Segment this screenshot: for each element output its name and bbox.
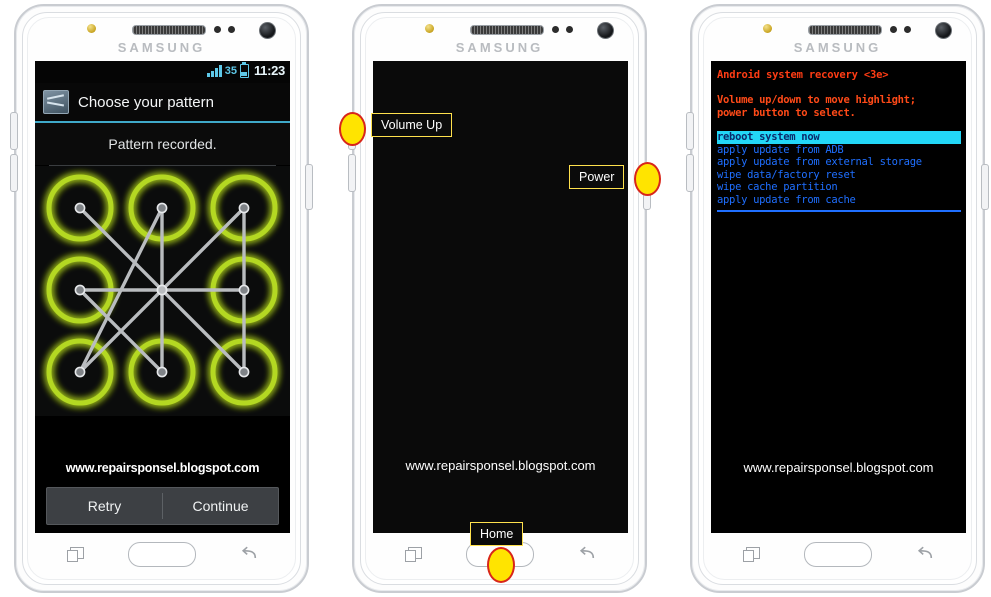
recovery-instruction-line: Volume up/down to move highlight; bbox=[717, 94, 916, 106]
watermark-text: www.repairsponsel.blogspot.com bbox=[65, 461, 260, 475]
pattern-settings-icon bbox=[43, 90, 69, 114]
app-header: Choose your pattern bbox=[35, 83, 290, 121]
volume-up-callout: Volume Up bbox=[371, 113, 453, 137]
back-icon[interactable] bbox=[578, 546, 596, 561]
notification-led-icon bbox=[425, 24, 434, 33]
status-bar: 35 11:23 bbox=[35, 61, 290, 83]
pattern-lock-svg[interactable] bbox=[35, 166, 290, 416]
notification-led-icon bbox=[763, 24, 772, 33]
front-camera-icon bbox=[935, 22, 952, 39]
recovery-instructions: Volume up/down to move highlight; power … bbox=[717, 94, 961, 119]
light-sensor-icon bbox=[228, 26, 235, 33]
power-button[interactable] bbox=[305, 164, 313, 210]
light-sensor-icon bbox=[904, 26, 911, 33]
home-callout: Home bbox=[470, 522, 524, 546]
proximity-sensor-icon bbox=[552, 26, 559, 33]
front-camera-icon bbox=[597, 22, 614, 39]
home-button[interactable] bbox=[803, 542, 872, 567]
recovery-menu-item-apply-update-from-adb[interactable]: apply update from ADB bbox=[717, 144, 961, 157]
samsung-brand-label: SAMSUNG bbox=[117, 40, 206, 55]
earpiece-speaker-icon bbox=[808, 25, 882, 35]
watermark-text: www.repairsponsel.blogspot.com bbox=[405, 458, 596, 473]
retry-button[interactable]: Retry bbox=[47, 488, 162, 524]
volume-down-button[interactable] bbox=[10, 154, 18, 192]
continue-button[interactable]: Continue bbox=[163, 488, 278, 524]
notification-led-icon bbox=[87, 24, 96, 33]
phone-top-hardware bbox=[14, 21, 309, 39]
phone-top-hardware bbox=[690, 21, 985, 39]
recovery-menu-item-apply-update-from-external-storage[interactable]: apply update from external storage bbox=[717, 156, 961, 169]
phone-3-recovery-screen: SAMSUNG Android system recovery <3e> Vol… bbox=[686, 4, 989, 593]
back-icon[interactable] bbox=[916, 546, 934, 561]
recovery-menu-divider bbox=[717, 210, 961, 212]
recovery-menu[interactable]: reboot system now apply update from ADB … bbox=[717, 131, 961, 206]
home-button[interactable] bbox=[127, 542, 196, 567]
phone-1-pattern-screen: SAMSUNG 35 11:23 Choose your pattern Pat… bbox=[10, 4, 313, 593]
phone-2-black-screen: SAMSUNG www.repairsponsel.blogspot.com bbox=[348, 4, 651, 593]
recovery-menu-item-wipe-cache-partition[interactable]: wipe cache partition bbox=[717, 181, 961, 194]
light-sensor-icon bbox=[566, 26, 573, 33]
power-marker bbox=[634, 162, 661, 196]
pattern-action-bar: Retry Continue bbox=[46, 487, 279, 525]
navigation-bar bbox=[35, 539, 288, 573]
navigation-bar bbox=[711, 539, 964, 573]
phone-3-screen: Android system recovery <3e> Volume up/d… bbox=[711, 61, 966, 533]
recovery-menu-item-reboot-system-now[interactable]: reboot system now bbox=[717, 131, 961, 144]
battery-icon bbox=[239, 61, 249, 78]
samsung-brand-label: SAMSUNG bbox=[455, 40, 544, 55]
battery-percent-label: 35 bbox=[224, 64, 237, 77]
proximity-sensor-icon bbox=[890, 26, 897, 33]
power-button[interactable] bbox=[981, 164, 989, 210]
phone-1-screen: 35 11:23 Choose your pattern Pattern rec… bbox=[35, 61, 290, 533]
watermark-text: www.repairsponsel.blogspot.com bbox=[743, 460, 934, 475]
volume-down-button[interactable] bbox=[348, 154, 356, 192]
recents-icon[interactable] bbox=[743, 547, 760, 562]
pattern-path-lines bbox=[78, 206, 246, 374]
status-bar-clock: 11:23 bbox=[253, 63, 285, 78]
volume-up-button[interactable] bbox=[10, 112, 18, 150]
samsung-brand-label: SAMSUNG bbox=[793, 40, 882, 55]
recovery-menu-item-apply-update-from-cache[interactable]: apply update from cache bbox=[717, 194, 961, 207]
volume-up-button[interactable] bbox=[686, 112, 694, 150]
recents-icon[interactable] bbox=[405, 547, 422, 562]
front-camera-icon bbox=[259, 22, 276, 39]
recovery-title: Android system recovery <3e> bbox=[717, 69, 889, 81]
tutorial-image: SAMSUNG 35 11:23 Choose your pattern Pat… bbox=[0, 0, 991, 597]
pattern-status-message: Pattern recorded. bbox=[35, 123, 290, 165]
power-callout: Power bbox=[569, 165, 625, 189]
volume-down-button[interactable] bbox=[686, 154, 694, 192]
earpiece-speaker-icon bbox=[132, 25, 206, 35]
signal-bars-icon bbox=[206, 64, 222, 77]
earpiece-speaker-icon bbox=[470, 25, 544, 35]
proximity-sensor-icon bbox=[214, 26, 221, 33]
home-marker bbox=[487, 547, 515, 583]
page-title: Choose your pattern bbox=[78, 93, 214, 111]
phone-top-hardware bbox=[352, 21, 647, 39]
recovery-instruction-line: power button to select. bbox=[717, 106, 856, 119]
recovery-menu-item-wipe-data-factory-reset[interactable]: wipe data/factory reset bbox=[717, 169, 961, 182]
back-icon[interactable] bbox=[240, 546, 258, 561]
recents-icon[interactable] bbox=[67, 547, 84, 562]
volume-up-marker bbox=[339, 112, 366, 146]
pattern-grid[interactable] bbox=[35, 166, 290, 416]
